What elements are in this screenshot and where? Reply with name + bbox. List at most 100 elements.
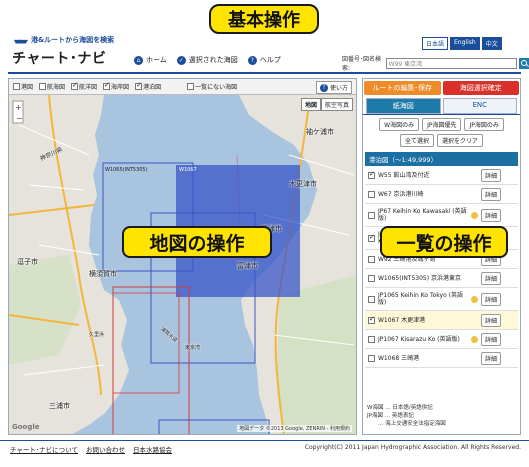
site-title[interactable]: チャート･ナビ [12,48,106,68]
usage-button[interactable]: ? 使い方 [315,81,352,94]
copyright: Copyright(C) 2011 Japan Hydrographic Ass… [304,444,521,451]
language-switcher: 日本語 English 中文 [422,37,502,50]
footer-link-association[interactable]: 日本水路協会 [133,444,172,454]
select-all-button[interactable]: 全て選択 [399,134,434,147]
search-input[interactable] [385,57,518,69]
checkbox[interactable] [13,83,20,90]
chart-list-item[interactable]: W1068 三崎港 詳細 [365,349,518,368]
chart-name: W67 京浜港川崎 [378,190,424,198]
tagline-text: 港&ルートから海図を検索 [31,35,115,44]
chart-checkbox[interactable] [368,354,375,362]
lang-english[interactable]: English [450,37,480,50]
checkbox[interactable] [187,83,195,90]
nav-home[interactable]: ⌂ ホーム [134,55,167,65]
detail-button[interactable]: 詳細 [481,187,502,201]
layer-label: 港図 [21,84,34,91]
annotation-list-operations: 一覧の操作 [380,226,508,258]
chart-search: 図番号･図名検索: [342,54,529,72]
tab-enc[interactable]: ENC [442,98,517,114]
traffic-law-marker-icon [471,335,478,343]
chart-list-item[interactable]: W55 館山湾及付近 詳細 [365,166,518,185]
search-label: 図番号･図名検索: [342,56,382,72]
zoom-in-icon[interactable]: + [15,103,22,112]
chart-checkbox[interactable] [368,274,375,282]
checkbox[interactable] [103,81,111,90]
place-kisarazu: 木更津市 [289,180,317,188]
chart-checkbox[interactable] [368,211,375,219]
checkbox[interactable] [135,81,143,90]
layer-harbor[interactable]: 港図 [13,82,33,91]
footer-links: チャート･ナビについて お問い合わせ 日本水路協会 [10,444,172,454]
chart-checkbox[interactable] [368,255,375,263]
help-icon: ? [247,55,257,65]
filter-w-only[interactable]: W海図のみ [379,118,420,131]
detail-button[interactable]: 詳細 [481,292,502,306]
map-attribution[interactable]: 地図データ ©2013 Google, ZENRIN - 利用規約 [237,425,352,432]
search-icon[interactable] [519,57,529,69]
layer-unlisted[interactable]: 一覧にない海図 [187,82,237,91]
chart-name: W55 館山湾及付近 [378,171,430,179]
lang-japanese[interactable]: 日本語 [422,37,449,50]
place-zushi: 逗子市 [17,258,38,266]
detail-button[interactable]: 詳細 [481,313,502,327]
chart-legend: W海図 … 日本語/英語併記 JP海図 … 英語表記 … 海上交通安全法指定海図 [367,404,446,428]
chart-checkbox[interactable] [368,295,375,303]
chart-checkbox[interactable] [368,335,375,343]
place-miura: 三浦市 [49,402,70,410]
nav-selected-charts[interactable]: ✓ 選択された海図 [176,55,238,65]
filter-buttons: W海図のみ JP海図優先 JP海図のみ 全て選択 選択をクリア [363,115,520,150]
footer-link-contact[interactable]: お問い合わせ [86,444,125,454]
chart-name: W1068 三崎港 [378,354,420,362]
detail-button[interactable]: 詳細 [481,351,502,365]
route-edit-save-button[interactable]: ルートの編集･保存 [364,81,441,95]
header-divider [8,72,521,74]
place-futtsu: 富津市 [237,262,258,270]
zoom-out-icon[interactable]: − [16,114,23,123]
chart-group-header[interactable]: 港泊図（～1:49,999） [365,152,518,166]
layer-anchorage[interactable]: 港泊図 [135,81,161,91]
map-type-map[interactable]: 地図 [300,98,321,111]
confirm-selection-button[interactable]: 海図選択確定 [442,81,519,95]
detail-button[interactable]: 詳細 [481,168,502,182]
tab-paper-chart[interactable]: 紙海図 [366,98,441,114]
filter-jp-priority[interactable]: JP海図優先 [422,118,462,131]
checkbox[interactable] [71,81,79,90]
layer-coast[interactable]: 海岸図 [103,81,129,91]
chart-list-item[interactable]: W67 京浜港川崎 詳細 [365,185,518,204]
chart-list-item[interactable]: W1065(INT5305) 京浜港東京 詳細 [365,269,518,288]
detail-button[interactable]: 詳細 [481,208,502,222]
chart-checkbox[interactable] [368,233,375,242]
chart-list-item[interactable]: JP67 Keihin Ko Kawasaki (英語版) 詳細 [365,204,518,227]
footer: チャート･ナビについて お問い合わせ 日本水路協会 Copyright(C) 2… [0,440,529,454]
nav-help[interactable]: ? ヘルプ [247,55,281,65]
legend-line: … 海上交通安全法指定海図 [367,421,446,427]
zoom-control[interactable]: + − [12,100,24,124]
chart-name: JP1065 Keihin Ko Tokyo (英語版) [378,292,463,306]
chart-list: W55 館山湾及付近詳細W67 京浜港川崎詳細JP67 Keihin Ko Ka… [365,166,518,368]
chart-list-item[interactable]: JP1065 Keihin Ko Tokyo (英語版) 詳細 [365,288,518,311]
chart-list-item[interactable]: JP1067 Kisarazu Ko (英語版) 詳細 [365,330,518,349]
legend-line: JP海図 … 英語表記 [367,413,414,419]
place-sodegaura: 袖ケ浦市 [306,128,334,136]
clear-selection-button[interactable]: 選択をクリア [437,134,484,147]
map-type-satellite[interactable]: 航空写真 [320,98,353,111]
east-hills [277,275,356,434]
chart-checkbox[interactable] [368,170,375,179]
lang-chinese[interactable]: 中文 [481,37,502,50]
detail-button[interactable]: 詳細 [481,271,502,285]
google-logo[interactable]: Google [12,423,40,431]
annotation-map-operations: 地図の操作 [122,226,272,258]
chart-label-w1065: W1065(INT5305) [105,167,148,173]
layer-label: 一覧にない海図 [195,84,238,91]
detail-button[interactable]: 詳細 [481,332,502,346]
checkbox[interactable] [39,83,47,90]
chart-list-item[interactable]: W1067 木更津港 詳細 [365,311,518,330]
layer-navigation[interactable]: 航海図 [39,82,65,91]
chart-checkbox[interactable] [368,190,375,198]
filter-jp-only[interactable]: JP海図のみ [464,118,504,131]
footer-link-about[interactable]: チャート･ナビについて [10,444,78,454]
chart-checkbox[interactable] [368,315,375,324]
layer-ocean[interactable]: 航洋図 [71,81,97,91]
usage-label: 使い方 [329,85,348,92]
place-bay: 東京湾 [185,345,201,351]
